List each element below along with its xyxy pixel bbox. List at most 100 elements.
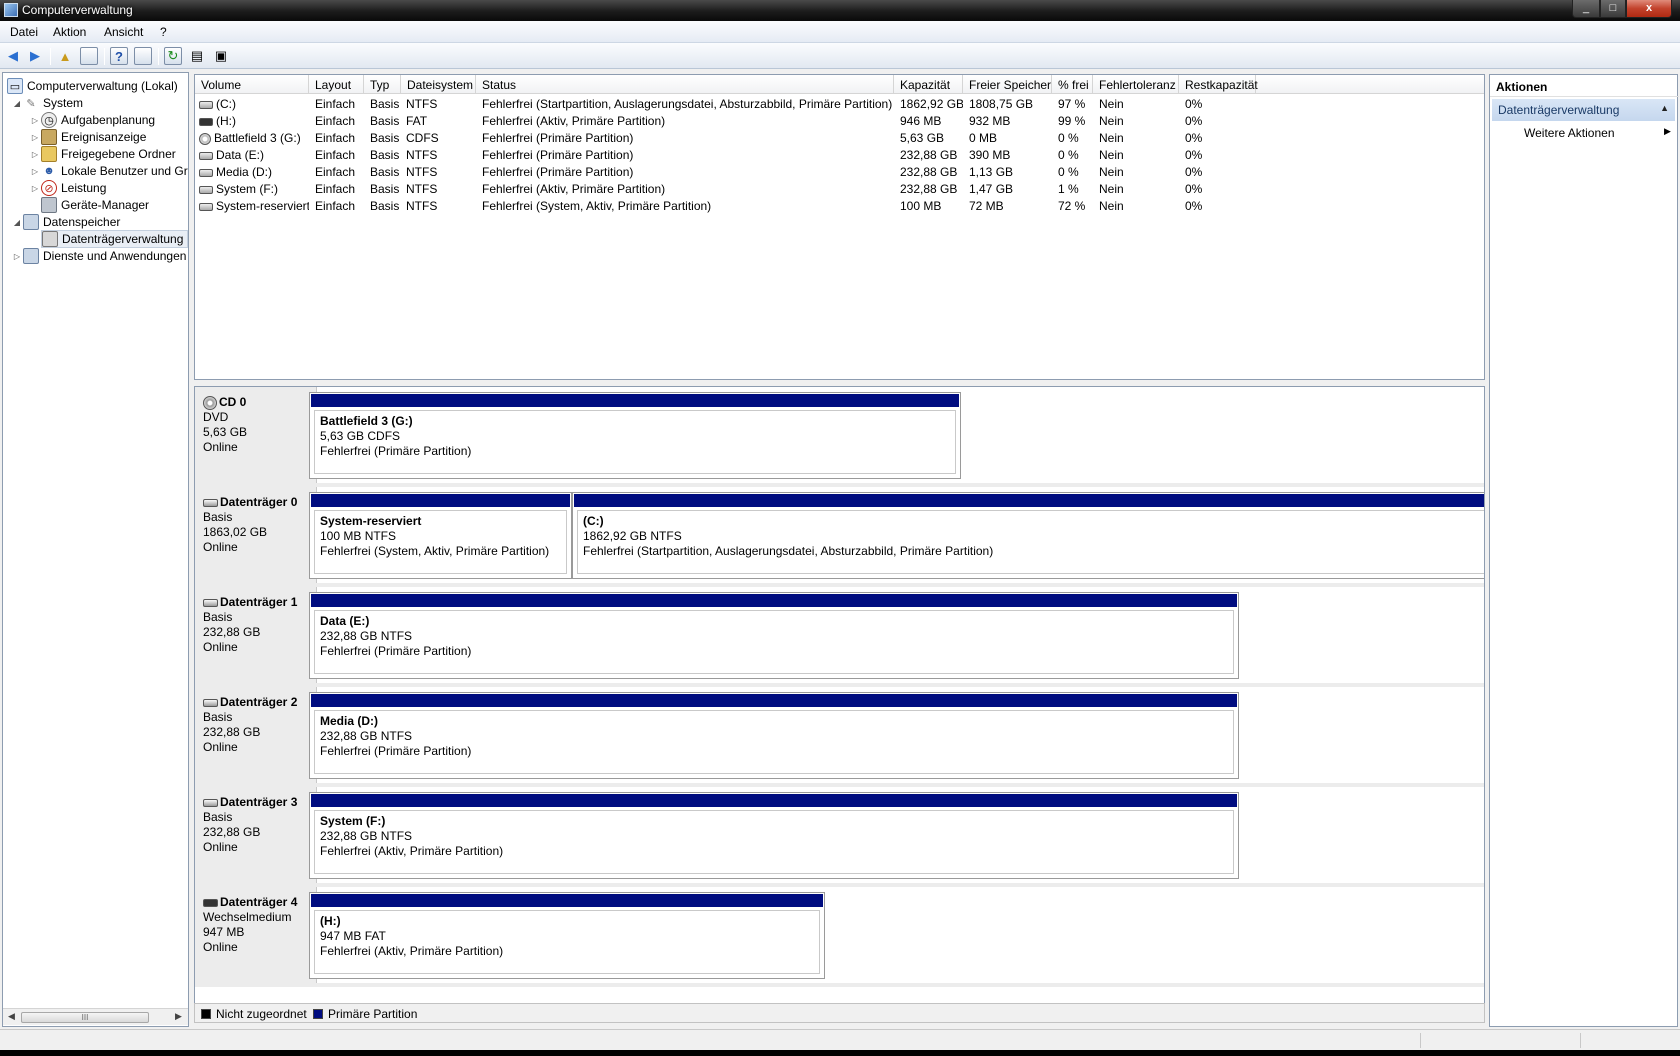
column-status[interactable]: Status [476,75,894,94]
collapse-up-icon[interactable]: ▲ [1660,103,1669,113]
volume-cell-fs: CDFS [406,131,439,145]
tree-item-leistung[interactable]: ▷ ⊘ Leistung [29,179,106,197]
disk-state: Online [203,840,238,854]
actions-section-datentraegerverwaltung[interactable]: Datenträgerverwaltung ▲ [1492,99,1675,121]
volume-cell-cap: 1862,92 GB [900,97,963,111]
scroll-left-icon[interactable]: ◀ [8,1011,15,1022]
partition-block[interactable]: Data (E:) 232,88 GB NTFS Fehlerfrei (Primä… [309,592,1239,679]
volume-cell-typ: Basis [370,165,400,179]
tree-item-datentraegerverwaltung[interactable]: Datenträgerverwaltung [41,230,188,248]
weitere-aktionen-link[interactable]: Weitere Aktionen [1524,126,1615,140]
disk-state: Online [203,640,238,654]
tree-item-aufgabenplanung[interactable]: ▷ ◷ Aufgabenplanung [29,111,155,129]
tree-item-computerverwaltung[interactable]: ▭ Computerverwaltung (Lokal) [7,77,178,95]
column-layout[interactable]: Layout [309,75,364,94]
close-button[interactable]: x [1626,0,1672,18]
disk-label[interactable]: Datenträger 3 Basis 232,88 GB Online [195,787,317,883]
volume-cell-rest: 0% [1185,199,1203,213]
column-fehlertoleranz[interactable]: Fehlertoleranz [1093,75,1179,94]
refresh-icon[interactable]: ↻ [164,47,182,65]
submenu-arrow-icon[interactable]: ▶ [1664,126,1671,137]
disk-label[interactable]: Datenträger 2 Basis 232,88 GB Online [195,687,317,783]
volume-cell-rest: 0% [1185,114,1203,128]
tree-item-system[interactable]: ◢ ✎ System [11,94,83,112]
column-restkapazitaet[interactable]: Restkapazität [1179,75,1258,94]
show-tree-icon[interactable] [80,47,98,65]
column-volume[interactable]: Volume [195,75,309,94]
tree-item-geraete-manager[interactable]: Geräte-Manager [41,196,149,214]
volume-cell-rest: 0% [1185,97,1203,111]
menu-datei[interactable]: Datei [10,25,38,39]
volume-cell-cap: 5,63 GB [900,131,945,145]
column-freier-speicher[interactable]: Freier Speicher [963,75,1052,94]
volume-cell-pct: 0 % [1058,165,1079,179]
collapsed-arrow-icon[interactable]: ▷ [29,167,41,176]
collapsed-arrow-icon[interactable]: ▷ [29,133,41,142]
help-icon[interactable]: ? [110,47,128,65]
volume-cell-free: 1,47 GB [969,182,1014,196]
volume-cell-ft: Nein [1099,114,1124,128]
volume-cell-status: Fehlerfrei (Aktiv, Primäre Partition) [482,182,666,196]
primary-partition-bar [311,594,1237,607]
collapsed-arrow-icon[interactable]: ▷ [29,150,41,159]
partition-block[interactable]: System-reserviert 100 MB NTFS Fehlerfrei (… [309,492,572,579]
partition-block[interactable]: System (F:) 232,88 GB NTFS Fehlerfrei (Akt… [309,792,1239,879]
volume-cell-typ: Basis [370,148,400,162]
tree-item-ereignisanzeige[interactable]: ▷ Ereignisanzeige [29,128,146,146]
disk-label[interactable]: CD 0 DVD 5,63 GB Online [195,387,317,483]
tree-item-dienste-und-anwendungen[interactable]: ▷ Dienste und Anwendungen [11,247,186,265]
disk-view-icon[interactable]: ▣ [212,47,230,65]
expanded-arrow-icon[interactable]: ◢ [11,99,23,108]
partition-status: Fehlerfrei (System, Aktiv, Primäre Parti… [320,544,550,558]
disk-label[interactable]: Datenträger 1 Basis 232,88 GB Online [195,587,317,683]
column-typ[interactable]: Typ [364,75,401,94]
tree-item-freigegebene-ordner[interactable]: ▷ Freigegebene Ordner [29,145,176,163]
tree-item-datenspeicher[interactable]: ◢ Datenspeicher [11,213,120,231]
show-action-pane-icon[interactable] [134,47,152,65]
scroll-right-icon[interactable]: ▶ [175,1011,182,1022]
horizontal-scrollbar[interactable]: ◀ III ▶ [3,1008,188,1025]
volume-row[interactable]: System (F:) Einfach Basis NTFS Fehlerfrei (A… [195,181,1484,198]
menu-ansicht[interactable]: Ansicht [104,25,143,39]
column-kapazitaet[interactable]: Kapazität [894,75,963,94]
disk-label[interactable]: Datenträger 4 Wechselmedium 947 MB Online [195,887,317,983]
menu-help[interactable]: ? [160,25,167,39]
collapsed-arrow-icon[interactable]: ▷ [11,252,23,261]
disk-name: CD 0 [219,395,247,409]
volume-cell-pct: 72 % [1058,199,1086,213]
legend-unallocated: Nicht zugeordnet [201,1007,307,1021]
volume-icon [199,168,213,177]
column-dateisystem[interactable]: Dateisystem [401,75,476,94]
properties-icon[interactable]: ▤ [188,47,206,65]
collapsed-arrow-icon[interactable]: ▷ [29,184,41,193]
disk-management-icon [42,231,58,247]
volume-name: (C:) [216,97,236,111]
minimize-button[interactable]: _ [1572,0,1600,18]
partition-block[interactable]: (H:) 947 MB FAT Fehlerfrei (Aktiv, Primäre… [309,892,825,979]
volume-row[interactable]: Media (D:) Einfach Basis NTFS Fehlerfrei (Pr… [195,164,1484,181]
disk-size: 232,88 GB [203,725,261,739]
partition-block[interactable]: Media (D:) 232,88 GB NTFS Fehlerfrei (Prim… [309,692,1239,779]
volume-row[interactable]: (C:) Einfach Basis NTFS Fehlerfrei (Startpar… [195,96,1484,113]
partition-block[interactable]: Battlefield 3 (G:) 5,63 GB CDFS Fehlerfrei… [309,392,961,479]
collapsed-arrow-icon[interactable]: ▷ [29,116,41,125]
maximize-button[interactable]: □ [1600,0,1626,18]
volume-cell-typ: Basis [370,114,400,128]
volume-icon [199,151,213,160]
disk-label[interactable]: Datenträger 0 Basis 1863,02 GB Online [195,487,317,583]
partition-block[interactable]: (C:) 1862,92 GB NTFS Fehlerfrei (Startpart… [572,492,1484,579]
forward-arrow-icon[interactable]: ▶ [26,47,44,65]
volume-row[interactable]: (H:) Einfach Basis FAT Fehlerfrei (Aktiv, Pr… [195,113,1484,130]
title-bar: Computerverwaltung _ □ x [0,0,1680,21]
up-folder-icon[interactable]: ▲ [56,47,74,65]
menu-aktion[interactable]: Aktion [53,25,86,39]
back-arrow-icon[interactable]: ◀ [4,47,22,65]
scroll-thumb[interactable]: III [21,1012,149,1023]
volume-row[interactable]: Data (E:) Einfach Basis NTFS Fehlerfrei (Pri… [195,147,1484,164]
volume-row[interactable]: System-reserviert Einfach Basis NTFS Fehlerf… [195,198,1484,215]
volume-cell-volume: Data (E:) [199,148,309,162]
column-prozent-frei[interactable]: % frei [1052,75,1093,94]
volume-row[interactable]: Battlefield 3 (G:) Einfach Basis CDFS Fehler… [195,130,1484,147]
tree-item-lokale-benutzer[interactable]: ▷ ☻ Lokale Benutzer und Gr [29,162,188,180]
expanded-arrow-icon[interactable]: ◢ [11,218,23,227]
